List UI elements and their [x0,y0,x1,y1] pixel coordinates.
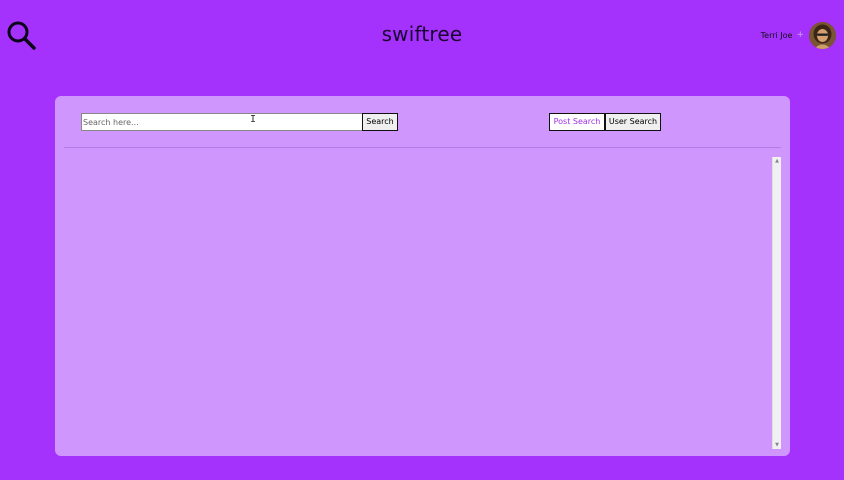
brand-title: swiftree [381,22,463,46]
user-profile[interactable]: Terri Joe + [761,22,836,49]
divider [64,147,781,148]
scroll-down-arrow-icon[interactable]: ▼ [773,441,781,449]
plus-icon[interactable]: + [796,31,804,40]
results-scrollbar[interactable]: ▲ ▼ [772,157,781,449]
results-list [64,154,782,448]
user-name[interactable]: Terri Joe [761,31,793,40]
text-cursor-icon: I [250,114,257,125]
avatar[interactable] [809,22,836,49]
search-button[interactable]: Search [362,113,398,131]
user-search-toggle[interactable]: User Search [605,113,661,131]
post-search-toggle[interactable]: Post Search [549,113,605,131]
search-input[interactable] [81,113,365,131]
scroll-up-arrow-icon[interactable]: ▲ [773,157,781,165]
search-panel: I Search Post Search User Search ▲ ▼ [55,96,790,456]
